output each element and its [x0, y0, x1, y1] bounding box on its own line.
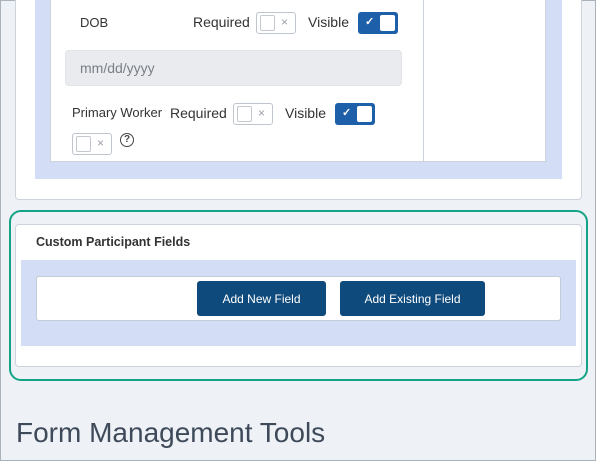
primary-worker-label: Primary Worker [72, 105, 163, 120]
dob-visible-toggle[interactable]: ✓ [358, 12, 398, 34]
close-icon: × [258, 106, 266, 120]
primary-worker-visible-label: Visible [285, 105, 326, 121]
dob-visible-label: Visible [308, 14, 349, 30]
close-icon: × [281, 15, 289, 29]
primary-worker-required-label: Required [170, 105, 227, 121]
primary-worker-visible-toggle[interactable]: ✓ [335, 103, 375, 125]
dob-date-input[interactable] [65, 50, 402, 86]
question-circle-icon[interactable]: ? [120, 133, 134, 147]
toggle-knob [260, 15, 275, 31]
panel-divider [423, 0, 424, 162]
close-icon: × [97, 136, 105, 150]
toggle-knob [357, 106, 372, 122]
toggle-knob [380, 15, 395, 31]
custom-participant-fields-title: Custom Participant Fields [36, 235, 191, 249]
toggle-knob [76, 136, 91, 152]
toggle-knob [237, 106, 252, 122]
add-existing-field-button[interactable]: Add Existing Field [340, 281, 485, 316]
form-management-tools-heading: Form Management Tools [16, 417, 326, 448]
add-new-field-button[interactable]: Add New Field [197, 281, 326, 316]
dob-required-toggle[interactable]: × [256, 12, 296, 34]
primary-worker-required-toggle[interactable]: × [233, 103, 273, 125]
dob-required-label: Required [193, 14, 250, 30]
check-icon: ✓ [365, 16, 375, 28]
dob-label: DOB [80, 15, 109, 30]
primary-worker-extra-toggle[interactable]: × [72, 133, 112, 155]
check-icon: ✓ [342, 107, 352, 119]
